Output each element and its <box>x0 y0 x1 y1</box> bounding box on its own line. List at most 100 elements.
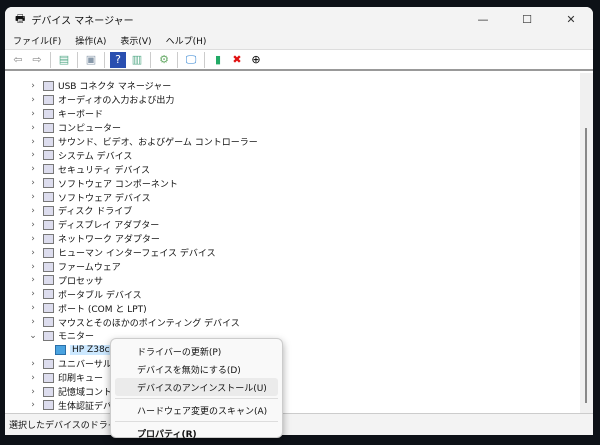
help-icon[interactable]: ? <box>110 51 126 68</box>
device-category[interactable]: › ヒューマン インターフェイス デバイス <box>5 246 580 260</box>
device-category[interactable]: › ソフトウェア デバイス <box>5 190 580 204</box>
device-item[interactable]: HP Z38c C <box>5 343 580 357</box>
chevron-right-icon[interactable]: › <box>27 387 39 397</box>
device-icon <box>43 233 54 244</box>
device-category[interactable]: › サウンド、ビデオ、およびゲーム コントローラー <box>5 135 580 149</box>
scrollbar-thumb[interactable] <box>585 128 587 403</box>
device-icon <box>43 261 54 272</box>
chevron-right-icon[interactable]: › <box>27 234 39 244</box>
device-label: ポート (COM と LPT) <box>58 304 147 315</box>
device-category[interactable]: ⌄ モニター <box>5 329 580 343</box>
chevron-right-icon[interactable]: › <box>27 220 39 230</box>
context-menu: ドライバーの更新(P) デバイスを無効にする(D) デバイスのアンインストール(U)… <box>110 338 283 440</box>
device-icon <box>43 178 54 189</box>
device-label: ネットワーク アダプター <box>58 235 160 246</box>
device-icon <box>55 344 66 355</box>
device-icon <box>43 400 54 411</box>
menu-item-0[interactable]: ファイル(F) <box>13 34 61 47</box>
device-category[interactable]: › ディスク ドライブ <box>5 204 580 218</box>
device-icon <box>43 289 54 300</box>
chevron-right-icon[interactable]: › <box>27 137 39 147</box>
device-category[interactable]: › ソフトウェア コンポーネント <box>5 176 580 190</box>
minimize-button[interactable]: — <box>461 7 505 31</box>
chevron-right-icon[interactable]: › <box>27 373 39 383</box>
device-icon <box>43 372 54 383</box>
device-category[interactable]: › オーディオの入力および出力 <box>5 93 580 107</box>
device-category[interactable]: › システム デバイス <box>5 148 580 162</box>
disable-device-icon[interactable]: ⊕ <box>248 52 264 68</box>
chevron-down-icon[interactable]: ⌄ <box>27 331 39 341</box>
context-menu-item[interactable]: デバイスを無効にする(D) <box>115 360 278 378</box>
device-label: セキュリティ デバイス <box>58 165 151 176</box>
chevron-right-icon[interactable]: › <box>27 317 39 327</box>
device-label: ソフトウェア デバイス <box>58 193 151 204</box>
context-menu-item[interactable]: プロパティ(R) <box>115 424 278 442</box>
device-icon <box>43 275 54 286</box>
chevron-right-icon[interactable]: › <box>27 303 39 313</box>
chevron-right-icon[interactable]: › <box>27 359 39 369</box>
device-manager-icon: 🖶 <box>15 11 26 25</box>
chevron-right-icon[interactable]: › <box>27 275 39 285</box>
chevron-right-icon[interactable]: › <box>27 289 39 299</box>
device-category[interactable]: › ポータブル デバイス <box>5 287 580 301</box>
chevron-right-icon[interactable]: › <box>27 109 39 119</box>
device-category[interactable]: › プロセッサ <box>5 273 580 287</box>
device-category[interactable]: › 記憶域コントロ <box>5 385 580 399</box>
menu-item-2[interactable]: 表示(V) <box>120 34 151 47</box>
vertical-scrollbar[interactable] <box>580 73 593 413</box>
chevron-right-icon[interactable]: › <box>27 400 39 410</box>
toolbar-separator <box>204 51 205 68</box>
device-icon <box>43 122 54 133</box>
device-category[interactable]: › セキュリティ デバイス <box>5 162 580 176</box>
scan-hardware-icon[interactable]: 🖵 <box>183 52 199 68</box>
window-title: デバイス マネージャー <box>31 15 134 27</box>
device-icon <box>43 94 54 105</box>
device-category[interactable]: › 印刷キュー <box>5 371 580 385</box>
show-hide-tree-icon[interactable]: ▤ <box>56 52 72 68</box>
device-label: ポータブル デバイス <box>58 290 142 301</box>
device-label: オーディオの入力および出力 <box>58 96 175 107</box>
device-category[interactable]: › USB コネクタ マネージャー <box>5 79 580 93</box>
menu-item-1[interactable]: 操作(A) <box>75 34 106 47</box>
chevron-right-icon[interactable]: › <box>27 192 39 202</box>
close-button[interactable]: ✕ <box>549 7 593 31</box>
chevron-right-icon[interactable]: › <box>27 206 39 216</box>
menu-separator <box>115 398 278 399</box>
device-category[interactable]: › ポート (COM と LPT) <box>5 301 580 315</box>
maximize-button[interactable]: ☐ <box>505 7 549 31</box>
context-menu-item[interactable]: ハードウェア変更のスキャン(A) <box>115 401 278 419</box>
action-pane-icon[interactable]: ▥ <box>129 52 145 68</box>
device-label: プロセッサ <box>58 276 104 287</box>
update-driver-icon[interactable]: ⚙ <box>156 52 172 68</box>
enable-device-icon[interactable]: ▮ <box>210 52 226 68</box>
properties-icon[interactable]: ▣ <box>83 52 99 68</box>
device-category[interactable]: › コンピューター <box>5 121 580 135</box>
device-category[interactable]: › 生体認証デバイ <box>5 398 580 412</box>
forward-icon[interactable]: ⇨ <box>29 52 45 68</box>
device-category[interactable]: › ユニバーサル シ <box>5 357 580 371</box>
device-category[interactable]: › ファームウェア <box>5 260 580 274</box>
chevron-right-icon[interactable]: › <box>27 164 39 174</box>
chevron-right-icon[interactable]: › <box>27 123 39 133</box>
uninstall-icon[interactable]: ✖ <box>229 52 245 68</box>
chevron-right-icon[interactable]: › <box>27 248 39 258</box>
menu-item-3[interactable]: ヘルプ(H) <box>166 34 207 47</box>
chevron-right-icon[interactable]: › <box>27 178 39 188</box>
toolbar-separator <box>104 51 105 68</box>
chevron-right-icon[interactable]: › <box>27 262 39 272</box>
device-icon <box>43 80 54 91</box>
context-menu-item[interactable]: ドライバーの更新(P) <box>115 342 278 360</box>
context-menu-item[interactable]: デバイスのアンインストール(U) <box>115 378 278 396</box>
device-label: USB コネクタ マネージャー <box>58 82 172 93</box>
chevron-right-icon[interactable]: › <box>27 150 39 160</box>
device-label: ファームウェア <box>58 263 121 274</box>
device-icon <box>43 386 54 397</box>
chevron-right-icon[interactable]: › <box>27 81 39 91</box>
device-category[interactable]: › ネットワーク アダプター <box>5 232 580 246</box>
back-icon[interactable]: ⇦ <box>10 52 26 68</box>
device-category[interactable]: › マウスとそのほかのポインティング デバイス <box>5 315 580 329</box>
device-icon <box>43 136 54 147</box>
device-category[interactable]: › キーボード <box>5 107 580 121</box>
device-category[interactable]: › ディスプレイ アダプター <box>5 218 580 232</box>
chevron-right-icon[interactable]: › <box>27 95 39 105</box>
